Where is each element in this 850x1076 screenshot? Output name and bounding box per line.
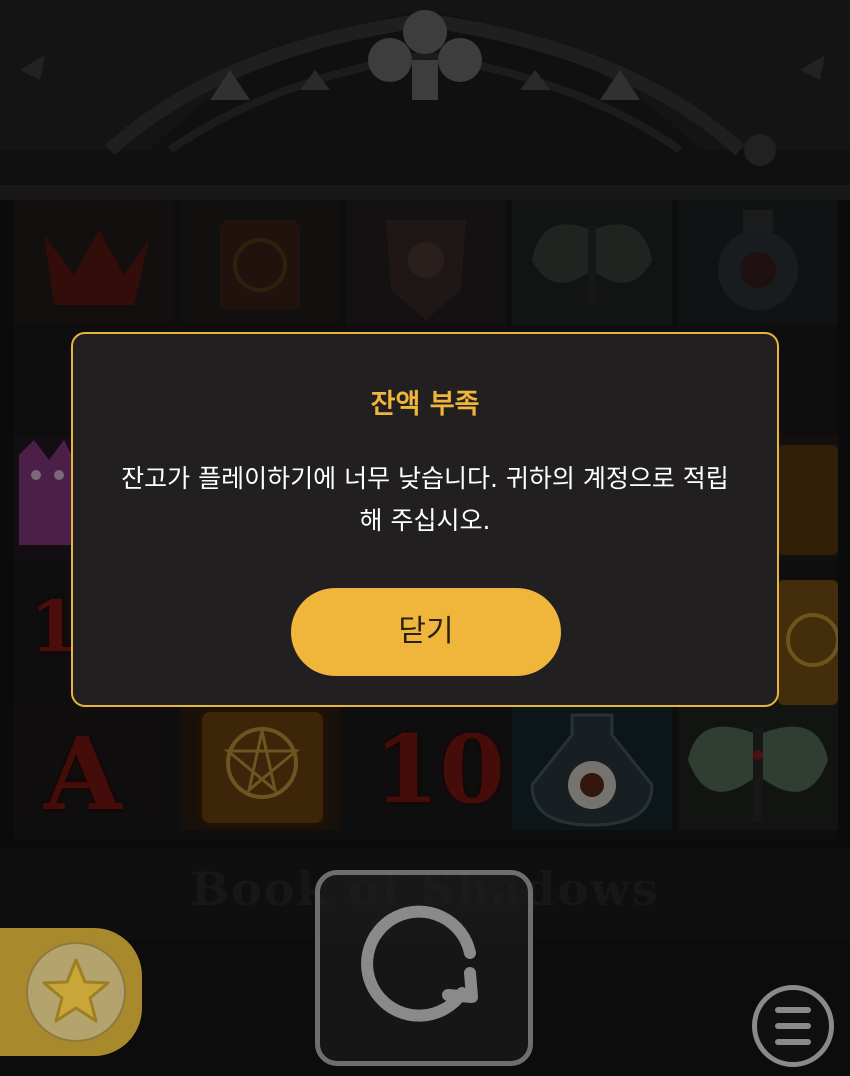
favorite-badge <box>26 942 126 1042</box>
close-button[interactable]: 닫기 <box>291 588 561 676</box>
hamburger-menu-icon-line <box>775 1039 811 1045</box>
favorite-button[interactable] <box>0 928 142 1056</box>
dialog-title: 잔액 부족 <box>370 389 480 420</box>
refresh-icon <box>361 905 478 1022</box>
game-scene: 10 A 10 <box>0 0 850 1076</box>
hamburger-menu-icon <box>775 1007 811 1013</box>
menu-button[interactable] <box>752 985 834 1067</box>
insufficient-balance-dialog: 잔액 부족 잔고가 플레이하기에 너무 낮습니다. 귀하의 계정으로 적립해 주… <box>71 332 779 707</box>
dialog-message: 잔고가 플레이하기에 너무 낮습니다. 귀하의 계정으로 적립해 주십시오. <box>121 464 729 535</box>
spin-button[interactable] <box>315 870 533 1066</box>
star-icon <box>42 958 110 1023</box>
hamburger-menu-icon-line <box>775 1023 811 1029</box>
